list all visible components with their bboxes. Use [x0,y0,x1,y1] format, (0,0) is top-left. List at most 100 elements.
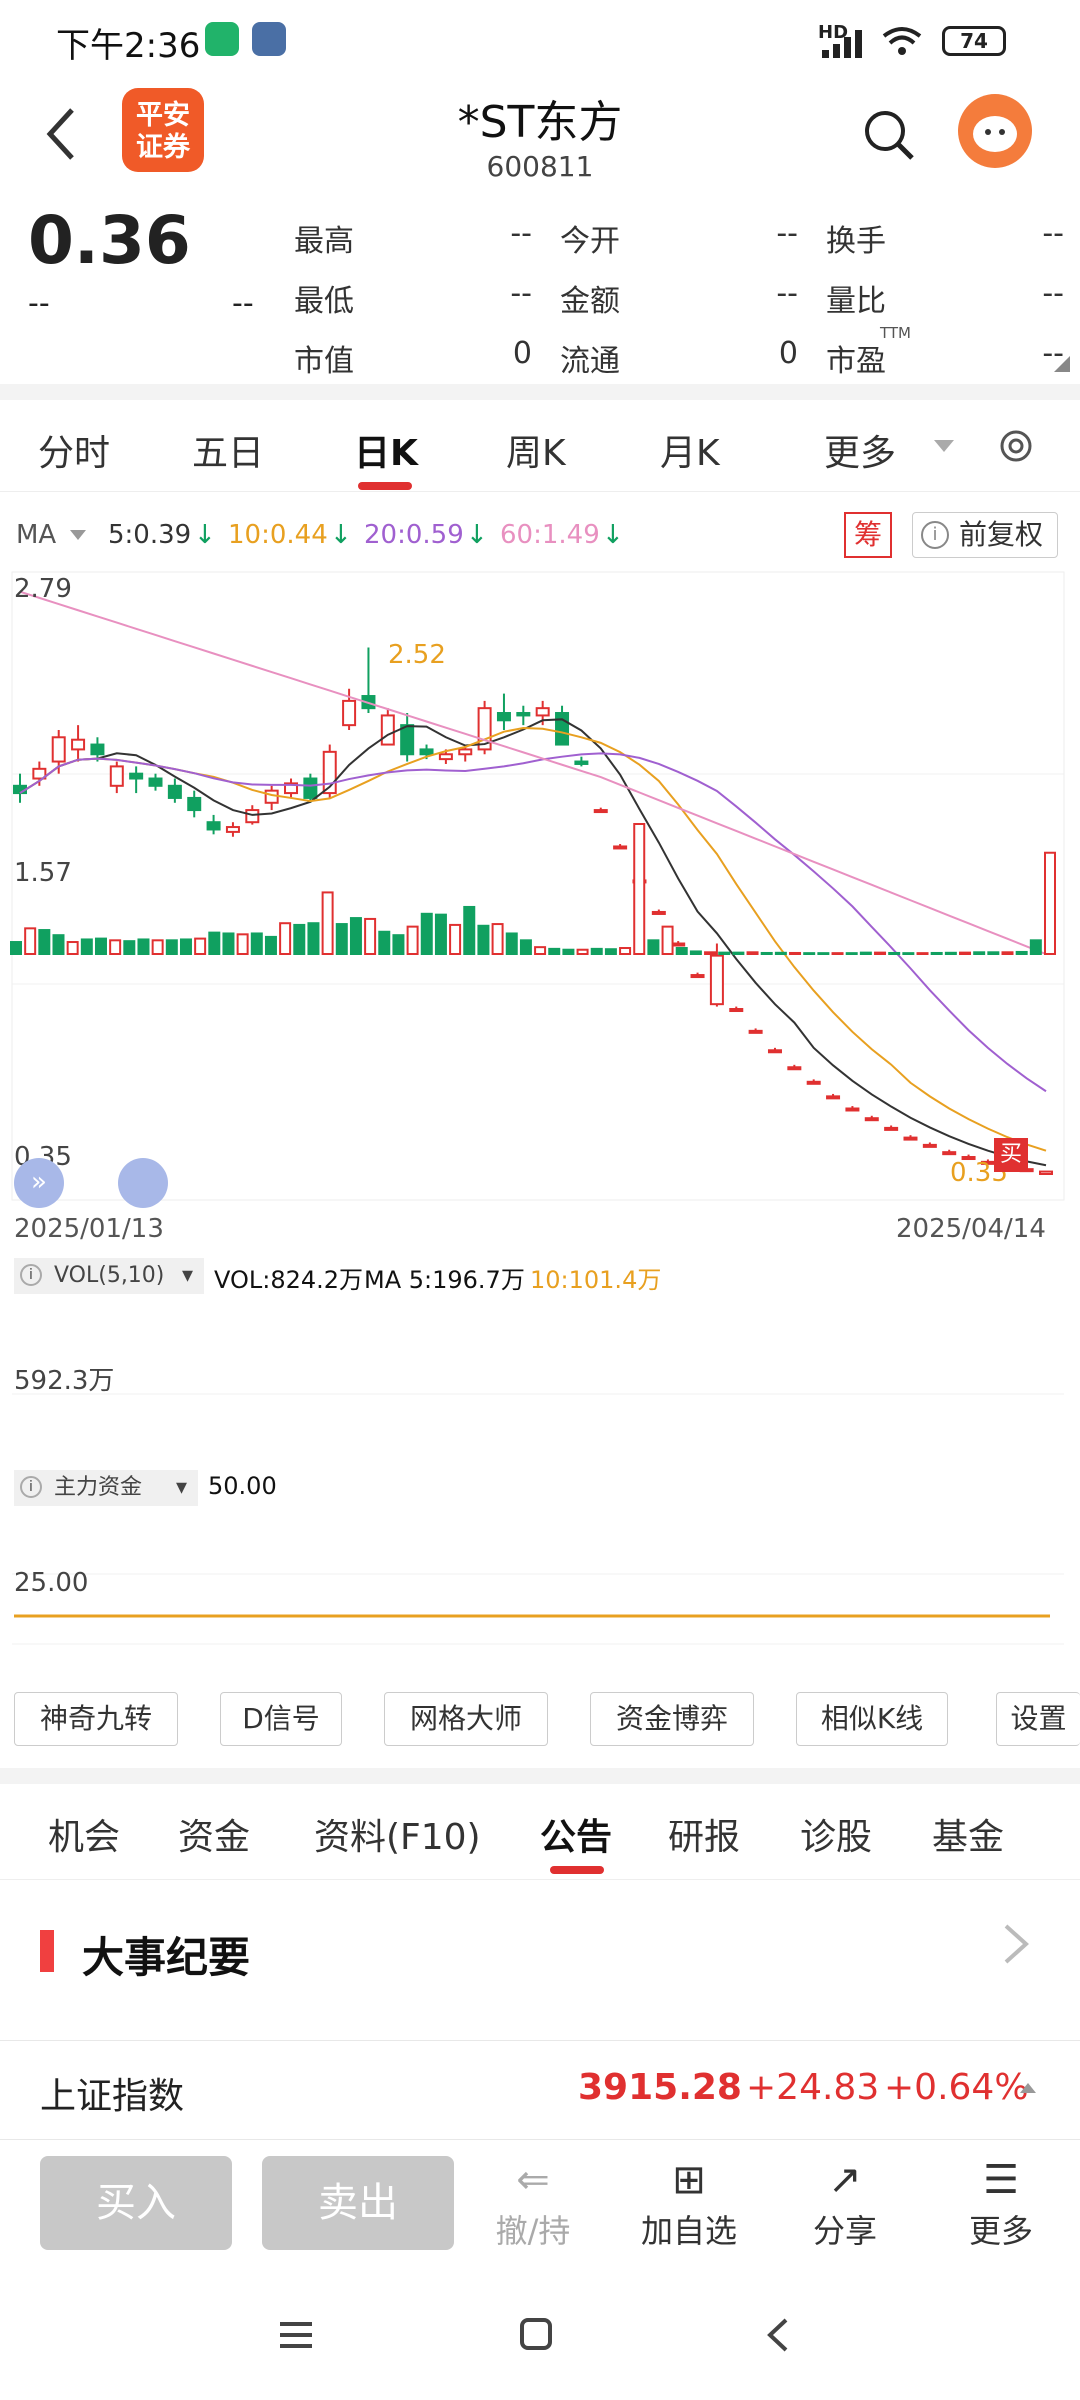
ma-dropdown-icon[interactable] [68,528,88,542]
more-button[interactable]: ☰ 更多 [946,2154,1056,2252]
sell-button[interactable]: 卖出 [262,2156,454,2250]
volume-bar [434,913,447,956]
value-float: 0 [778,336,798,371]
volume-bar [80,938,93,956]
active-tab-indicator [358,482,412,490]
tab-fund[interactable]: 基金 [932,1808,1004,1860]
candle-body [225,826,240,833]
ma60-line [19,590,1047,956]
expand-corner-icon[interactable] [1052,354,1072,374]
candle-body [535,707,550,717]
cancel-hold-button[interactable]: ⇐ 撤/持 [478,2154,588,2252]
volume-bar [633,823,646,955]
volume-bar [803,952,816,956]
tab-intraday[interactable]: 分时 [38,424,110,476]
volume-bar [604,948,617,956]
tool-capital-game[interactable]: 资金博弈 [590,1692,754,1746]
action-bar: 买入 卖出 ⇐ 撤/持 ⊞ 加自选 ↗ 分享 ☰ 更多 [0,2140,1080,2270]
home-icon[interactable] [518,2316,554,2352]
ma-legend: MA 5:0.39 ↓ 10:0.44 ↓ 20:0.59 ↓ 60:1.49 ↓ 筹 … [0,508,1080,564]
fullscreen-icon[interactable] [118,1158,168,1208]
candle-body [71,738,86,751]
more-label: 更多 [968,2212,1033,2250]
volume-bar [505,932,518,956]
candle-body [767,1049,782,1054]
volume-bar [264,935,277,956]
volume-bar [477,924,490,955]
candle-body [109,765,124,787]
tool-d-signal[interactable]: D信号 [220,1692,342,1746]
candle-body [845,1107,860,1112]
add-watchlist-button[interactable]: ⊞ 加自选 [634,2154,744,2252]
search-icon[interactable] [862,108,916,162]
volume-bar [930,951,943,956]
tab-research[interactable]: 研报 [668,1808,740,1860]
tab-announcements[interactable]: 公告 [540,1808,612,1860]
index-ticker[interactable]: 上证指数 3915.28 +24.83 +0.64% [0,2040,1080,2140]
tab-f10[interactable]: 资料(F10) [314,1808,481,1860]
high-marker: 2.52 [388,640,446,670]
candle-body [709,954,724,1006]
active-info-tab-indicator [550,1866,604,1874]
tool-settings[interactable]: 设置 [996,1692,1080,1746]
candle-body [516,712,531,717]
volume-bar [959,951,972,956]
undo-icon: ⇐ [516,2157,550,2203]
volume-bar [902,952,915,956]
volume-bar [378,930,391,955]
chip-button[interactable]: 筹 [844,512,892,558]
value-high: -- [510,216,532,251]
volume-bar [534,946,547,956]
volume-bar [987,951,1000,955]
gear-icon[interactable] [994,424,1038,468]
tool-similar-k[interactable]: 相似K线 [796,1692,948,1746]
candle-body [167,784,182,799]
volume-bar [732,951,745,956]
buy-signal-badge[interactable]: 买 [994,1138,1028,1172]
expand-panel-icon[interactable]: » [14,1158,64,1208]
back-nav-icon[interactable] [764,2316,792,2354]
volume-bar [335,923,348,956]
volume-bar [137,938,150,956]
capital-indicator-label: 主力资金 [54,1475,143,1500]
tool-grid-master[interactable]: 网格大师 [384,1692,548,1746]
share-button[interactable]: ↗ 分享 [790,2154,900,2252]
volume-bar [718,951,731,956]
capital-indicator-selector[interactable]: i 主力资金 ▾ [14,1470,198,1506]
tab-capital[interactable]: 资金 [178,1808,250,1860]
info-tabs: 机会 资金 资料(F10) 公告 研报 诊股 基金 [0,1784,1080,1880]
plus-box-icon: ⊞ [672,2157,706,2203]
tab-weekly-k[interactable]: 周K [506,424,566,476]
adjust-button[interactable]: i 前复权 [912,512,1058,558]
ma5-down-arrow: ↓ [194,520,216,550]
candle-body [729,1008,744,1013]
tab-diagnosis[interactable]: 诊股 [800,1808,872,1860]
tab-five-day[interactable]: 五日 [192,424,264,476]
chevron-right-icon[interactable] [1002,1922,1030,1966]
tab-daily-k[interactable]: 日K [354,424,418,476]
volume-bar [151,939,164,956]
value-market-cap: 0 [512,336,532,371]
tool-nine-turn[interactable]: 神奇九转 [14,1692,178,1746]
kline-chart[interactable]: 2.79 1.57 0.35 2.52 0.35 买 » 2025/01/13 … [0,564,1080,1676]
tab-opportunity[interactable]: 机会 [48,1808,120,1860]
volume-bar [406,925,419,956]
recents-icon[interactable] [276,2318,316,2352]
volume-bar [789,951,802,956]
vol-indicator-selector[interactable]: i VOL(5,10) ▾ [14,1258,204,1294]
candle-body [651,910,666,915]
tab-more[interactable]: 更多 [824,424,896,476]
ma60-down-arrow: ↓ [602,520,624,550]
buy-button[interactable]: 买入 [40,2156,232,2250]
volume-bar [859,951,872,956]
tab-monthly-k[interactable]: 月K [660,424,720,476]
menu-icon: ☰ [983,2157,1019,2203]
assistant-avatar[interactable] [958,94,1032,168]
volume-bar [548,947,561,955]
candle-body [419,748,434,756]
cancel-hold-label: 撤/持 [495,2212,571,2250]
label-low: 最低 [294,284,354,319]
events-section[interactable]: 大事纪要 [0,1880,1080,2040]
capital-y-label: 25.00 [14,1568,89,1598]
ma-label[interactable]: MA [16,520,56,550]
